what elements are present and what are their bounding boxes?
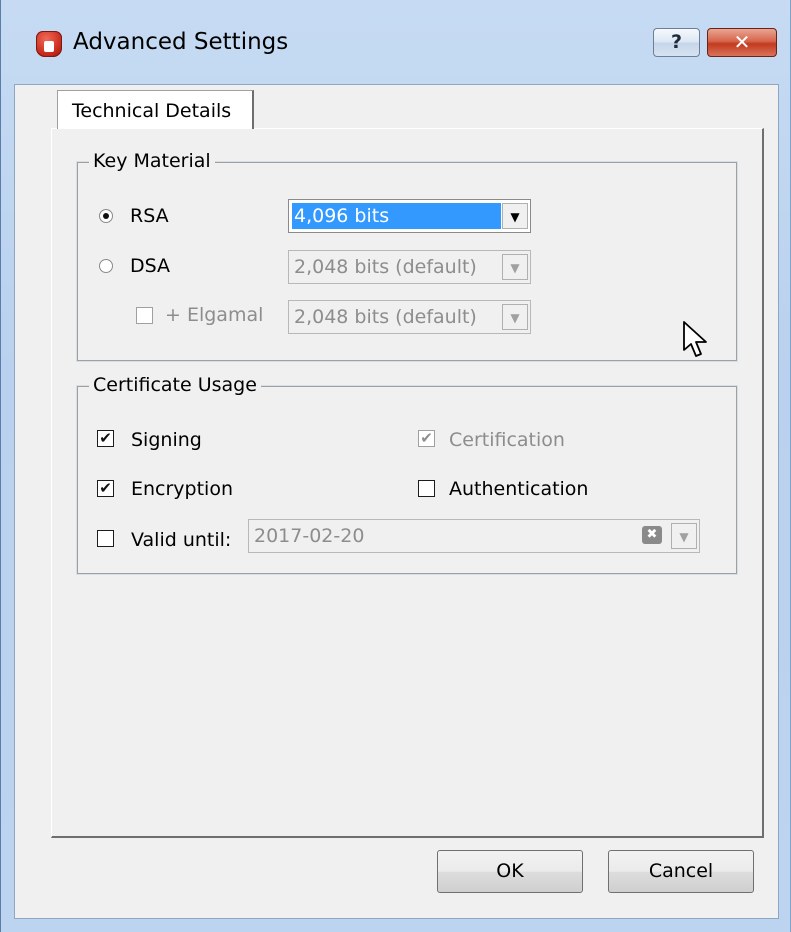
- authentication-label: Authentication: [449, 478, 589, 500]
- window-title: Advanced Settings: [73, 29, 289, 55]
- clear-icon[interactable]: ✖: [642, 526, 662, 544]
- tab-strip: Technical Details: [15, 85, 778, 129]
- valid-until-checkbox[interactable]: [97, 530, 114, 547]
- dsa-label: DSA: [130, 255, 171, 277]
- dialog-window: Advanced Settings ? ✕ Technical Details …: [0, 0, 791, 932]
- cancel-button[interactable]: Cancel: [608, 850, 754, 893]
- certification-label: Certification: [449, 429, 565, 451]
- elgamal-checkbox[interactable]: [136, 307, 153, 324]
- certification-checkbox[interactable]: ✔: [418, 430, 435, 447]
- encryption-label: Encryption: [131, 478, 234, 500]
- chevron-down-icon[interactable]: ▼: [502, 203, 528, 229]
- dialog-client-area: Technical Details Key Material RSA 4,096…: [14, 84, 779, 919]
- rsa-key-size-select[interactable]: 4,096 bits ▼: [288, 199, 531, 233]
- chevron-down-icon[interactable]: ▼: [502, 254, 528, 280]
- chevron-down-icon[interactable]: ▼: [502, 304, 528, 330]
- help-button[interactable]: ?: [653, 28, 700, 57]
- encryption-checkbox[interactable]: ✔: [97, 480, 114, 497]
- certificate-usage-title: Certificate Usage: [89, 372, 261, 398]
- signing-checkbox[interactable]: ✔: [97, 430, 114, 447]
- tab-technical-details[interactable]: Technical Details: [57, 90, 254, 129]
- elgamal-key-size-value: 2,048 bits (default): [294, 306, 477, 328]
- authentication-checkbox[interactable]: [418, 480, 435, 497]
- rsa-radio[interactable]: [99, 209, 113, 223]
- key-material-title: Key Material: [89, 148, 215, 174]
- rsa-label: RSA: [130, 205, 169, 227]
- dsa-radio[interactable]: [99, 259, 113, 273]
- elgamal-key-size-select[interactable]: 2,048 bits (default) ▼: [288, 300, 531, 334]
- valid-until-date-value: 2017-02-20: [254, 525, 365, 547]
- technical-details-panel: Key Material RSA 4,096 bits ▼ DSA 2,048 …: [51, 128, 764, 838]
- dsa-key-size-select[interactable]: 2,048 bits (default) ▼: [288, 250, 531, 284]
- close-button[interactable]: ✕: [707, 28, 777, 57]
- app-icon: [36, 31, 62, 57]
- rsa-key-size-value: 4,096 bits: [292, 203, 501, 229]
- dsa-key-size-value: 2,048 bits (default): [294, 256, 477, 278]
- title-bar: Advanced Settings ? ✕: [1, 0, 791, 86]
- ok-button[interactable]: OK: [437, 850, 583, 893]
- signing-label: Signing: [131, 429, 202, 451]
- elgamal-label: + Elgamal: [165, 304, 264, 326]
- chevron-down-icon[interactable]: ▼: [671, 523, 697, 549]
- valid-until-date-input[interactable]: 2017-02-20 ✖ ▼: [248, 519, 700, 553]
- close-icon: ✕: [733, 30, 751, 54]
- valid-until-label: Valid until:: [131, 529, 232, 551]
- mouse-cursor-icon: [683, 321, 707, 357]
